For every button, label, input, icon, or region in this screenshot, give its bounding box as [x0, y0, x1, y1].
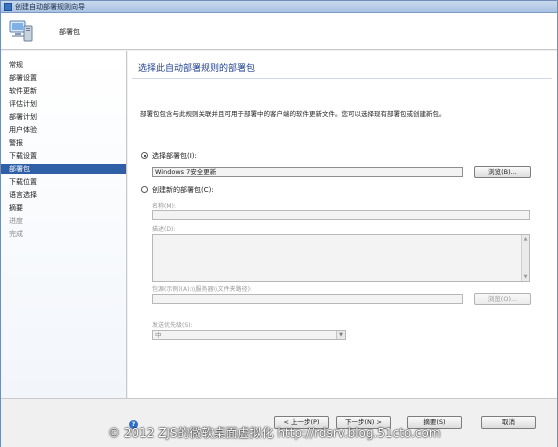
package-name-input[interactable] [152, 210, 530, 220]
header-title: 部署包 [59, 28, 80, 36]
package-name-label: 名称(M): [152, 203, 176, 210]
priority-value: 中 [155, 331, 162, 339]
app-icon [4, 3, 12, 11]
priority-select[interactable]: 中 ▼ [152, 330, 346, 340]
priority-label: 发送优先级(S): [152, 322, 193, 329]
sidebar-item-progress: 进度 [9, 217, 23, 225]
scroll-down-icon[interactable]: ▼ [523, 274, 528, 280]
watermark-text: © 2012 ZJS的微软桌面虚拟化 http://rdsrv.blog.51c… [108, 426, 441, 440]
wizard-window: 创建自动部署规则向导 部署包 常规 部署设置 软件更新 评估计划 部署计划 用户… [0, 0, 558, 447]
sidebar-item-evaluation-schedule[interactable]: 评估计划 [1, 99, 126, 109]
sidebar-item-user-experience[interactable]: 用户体验 [1, 125, 126, 135]
package-source-input[interactable] [152, 294, 463, 304]
create-package-radio[interactable] [141, 186, 148, 193]
package-description-textarea[interactable]: ▲ ▼ [152, 234, 530, 282]
wizard-content: 选择此自动部署规则的部署包 部署包包含与此规则关联并且可用于部署中的客户端的软件… [128, 51, 557, 398]
wizard-steps-sidebar: 常规 部署设置 软件更新 评估计划 部署计划 用户体验 警报 下载设置 部署包 … [1, 51, 127, 398]
sidebar-item-general[interactable]: 常规 [1, 60, 126, 70]
sidebar-item-language-selection[interactable]: 语言选择 [1, 190, 126, 200]
sidebar-item-download-location[interactable]: 下载位置 [1, 177, 126, 187]
description-scrollbar[interactable]: ▲ ▼ [521, 235, 529, 281]
sidebar-item-software-updates[interactable]: 软件更新 [1, 86, 126, 96]
select-package-label[interactable]: 选择部署包(I): [152, 151, 197, 161]
browse-package-button[interactable]: 浏览(B)... [474, 166, 531, 178]
sidebar-item-deployment-package[interactable]: 部署包 [1, 164, 126, 174]
page-title: 选择此自动部署规则的部署包 [138, 64, 256, 74]
sidebar-item-download-settings[interactable]: 下载设置 [1, 151, 126, 161]
sidebar-item-summary[interactable]: 摘要 [1, 203, 126, 213]
package-source-label: 包源(示例)(A):\\服务器\\文件夹路径): [152, 286, 252, 293]
browse-source-button[interactable]: 浏览(O)... [474, 293, 531, 305]
title-divider [132, 78, 552, 79]
page-description: 部署包包含与此规则关联并且可用于部署中的客户端的软件更新文件。您可以选择现有部署… [140, 110, 446, 118]
select-package-radio[interactable] [141, 152, 148, 159]
sidebar-item-deployment-schedule[interactable]: 部署计划 [1, 112, 126, 122]
sidebar-item-completion: 完成 [9, 230, 23, 238]
sidebar-item-alerts[interactable]: 警报 [1, 138, 126, 148]
computer-icon [9, 20, 33, 42]
chevron-down-icon[interactable]: ▼ [336, 331, 345, 339]
scroll-up-icon[interactable]: ▲ [523, 236, 528, 242]
create-package-label[interactable]: 创建新的部署包(C): [152, 185, 214, 195]
selected-package-field[interactable]: Windows 7安全更新 [152, 167, 463, 177]
package-description-label: 描述(D): [152, 226, 176, 233]
sidebar-item-deployment-settings[interactable]: 部署设置 [1, 73, 126, 83]
cancel-button[interactable]: 取消 [481, 416, 536, 429]
window-title: 创建自动部署规则向导 [15, 3, 85, 11]
wizard-header: 部署包 [1, 13, 557, 50]
title-bar[interactable]: 创建自动部署规则向导 [1, 1, 557, 13]
